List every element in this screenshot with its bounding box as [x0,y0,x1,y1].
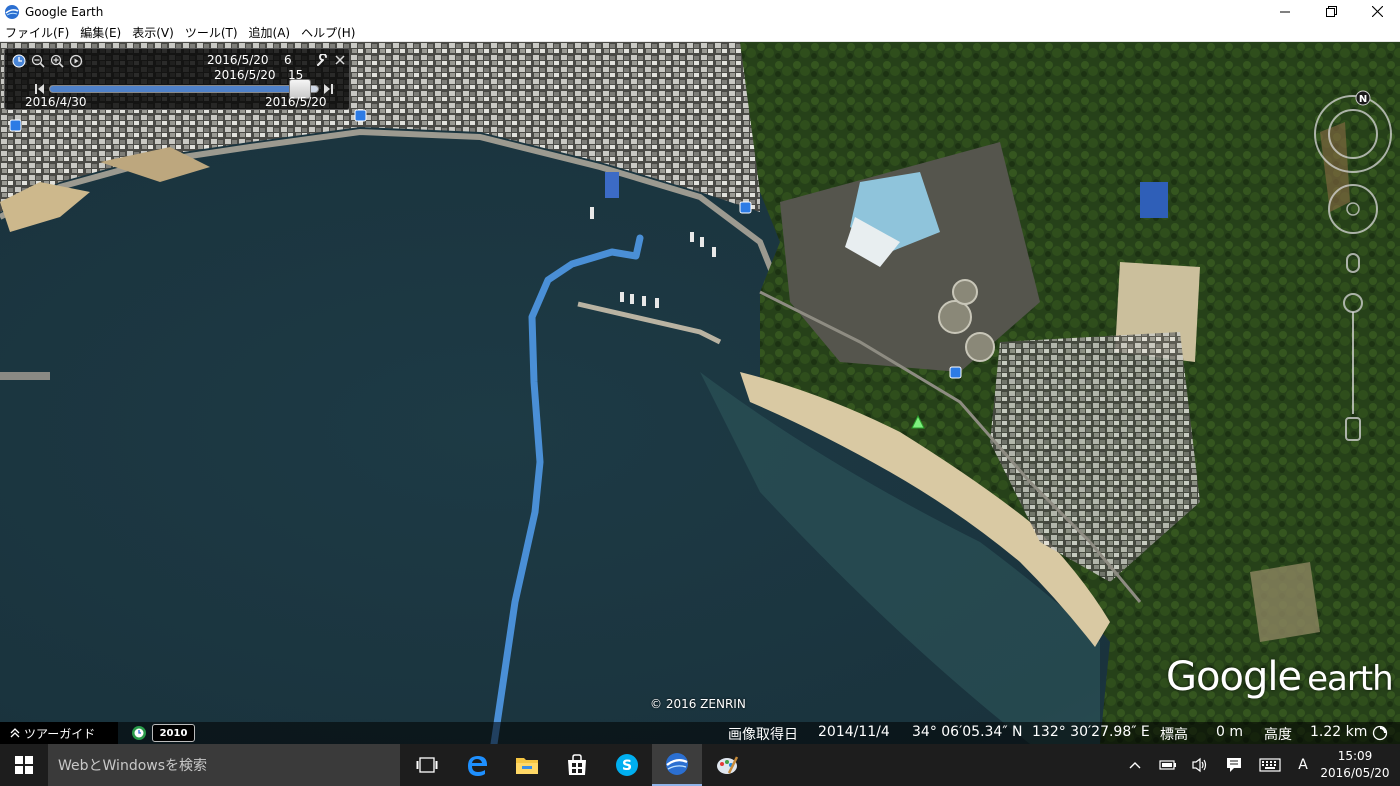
map-copyright: © 2016 ZENRIN [650,697,746,711]
edge-icon[interactable] [452,744,502,786]
play-icon[interactable] [68,53,83,68]
google-earth-app-icon [5,4,19,19]
windows-logo-icon [15,756,33,774]
year-badge[interactable]: 2010 [152,724,195,742]
tour-guide-label: ツアーガイド [24,726,96,741]
minimize-icon [1280,11,1290,12]
logo-word-earth: earth [1307,659,1394,699]
close-button[interactable] [1354,0,1400,23]
satellite-imagery [0,42,1400,744]
time-slider-panel: 2016/5/20 6 2016/5/20 15 2016/4/30 2016/… [4,48,350,110]
close-slider-icon[interactable] [333,53,347,67]
window-title: Google Earth [25,4,104,19]
paint-icon[interactable] [702,744,752,786]
logo-word-google: Google [1166,654,1302,700]
google-earth-logo: Google earth [1166,654,1394,700]
menu-file[interactable]: ファイル(F) [0,24,75,41]
elevation-label: 標高 [1160,727,1188,743]
task-view-icon[interactable] [402,744,452,786]
north-label: N [1359,94,1367,105]
battery-icon[interactable] [1156,744,1180,786]
restore-button[interactable] [1308,0,1354,23]
skype-icon[interactable]: S [602,744,652,786]
volume-icon[interactable] [1188,744,1212,786]
google-earth-icon[interactable] [652,744,702,786]
svg-text:S: S [622,758,632,774]
search-placeholder: WebとWindowsを検索 [58,758,208,774]
historical-imagery-icon[interactable] [131,725,147,741]
keyboard-icon[interactable] [1256,744,1284,786]
menu-add[interactable]: 追加(A) [244,24,297,41]
time-current-date: 2016/5/20 [207,53,269,67]
file-explorer-icon[interactable] [502,744,552,786]
clock-icon[interactable] [11,53,26,68]
clock-time: 15:09 [1337,749,1373,763]
menu-view[interactable]: 表示(V) [127,24,180,41]
chevron-up-icon [10,728,20,738]
store-icon[interactable] [552,744,602,786]
ime-indicator[interactable]: A [1292,744,1314,786]
loading-icon [1372,725,1388,741]
show-hidden-icons-icon[interactable] [1124,744,1146,786]
system-clock[interactable]: 15:09 2016/05/20 [1320,748,1390,782]
taskbar-search-box[interactable]: WebとWindowsを検索 [48,744,400,786]
imagery-date: 2014/11/4 [818,724,890,740]
close-icon [1371,6,1383,17]
latitude: 34° 06′05.34″ N [912,724,1023,740]
tour-guide-button[interactable]: ツアーガイド [0,722,118,744]
menu-bar: ファイル(F) 編集(E) 表示(V) ツール(T) 追加(A) ヘルプ(H) [0,23,1400,42]
title-bar: Google Earth [0,0,1400,23]
time-slider-track[interactable] [49,85,319,93]
altitude-label: 高度 [1264,727,1292,743]
restore-icon [1325,6,1337,17]
status-bar: ツアーガイド 2010 画像取得日 2014/11/4 34° 06′05.34… [0,722,1400,744]
menu-help[interactable]: ヘルプ(H) [296,24,361,41]
step-back-icon[interactable] [35,83,45,95]
time-current-hour: 6 [284,53,292,67]
imagery-date-label: 画像取得日 [728,727,798,743]
minimize-button[interactable] [1262,0,1308,23]
action-center-icon[interactable] [1222,744,1246,786]
wrench-icon[interactable] [315,53,329,67]
navigation-controls[interactable]: N [1310,84,1400,454]
menu-edit[interactable]: 編集(E) [75,24,127,41]
time-slider-fill [50,86,299,92]
time-end-date: 2016/5/20 [214,68,276,82]
start-button[interactable] [0,744,48,786]
longitude: 132° 30′27.98″ E [1032,724,1150,740]
zoom-out-icon[interactable] [30,53,45,68]
zoom-in-icon[interactable] [49,53,64,68]
menu-tools[interactable]: ツール(T) [180,24,244,41]
altitude-value: 1.22 km [1310,724,1368,740]
step-forward-icon[interactable] [323,83,333,95]
map-viewport[interactable]: N Google earth © 2016 ZENRIN [0,42,1400,744]
range-start-date: 2016/4/30 [25,95,87,109]
clock-date: 2016/05/20 [1320,766,1390,780]
taskbar: WebとWindowsを検索 S A 15:09 2016/05/20 [0,744,1400,786]
elevation-value: 0 m [1216,724,1243,740]
range-end-date: 2016/5/20 [265,95,327,109]
